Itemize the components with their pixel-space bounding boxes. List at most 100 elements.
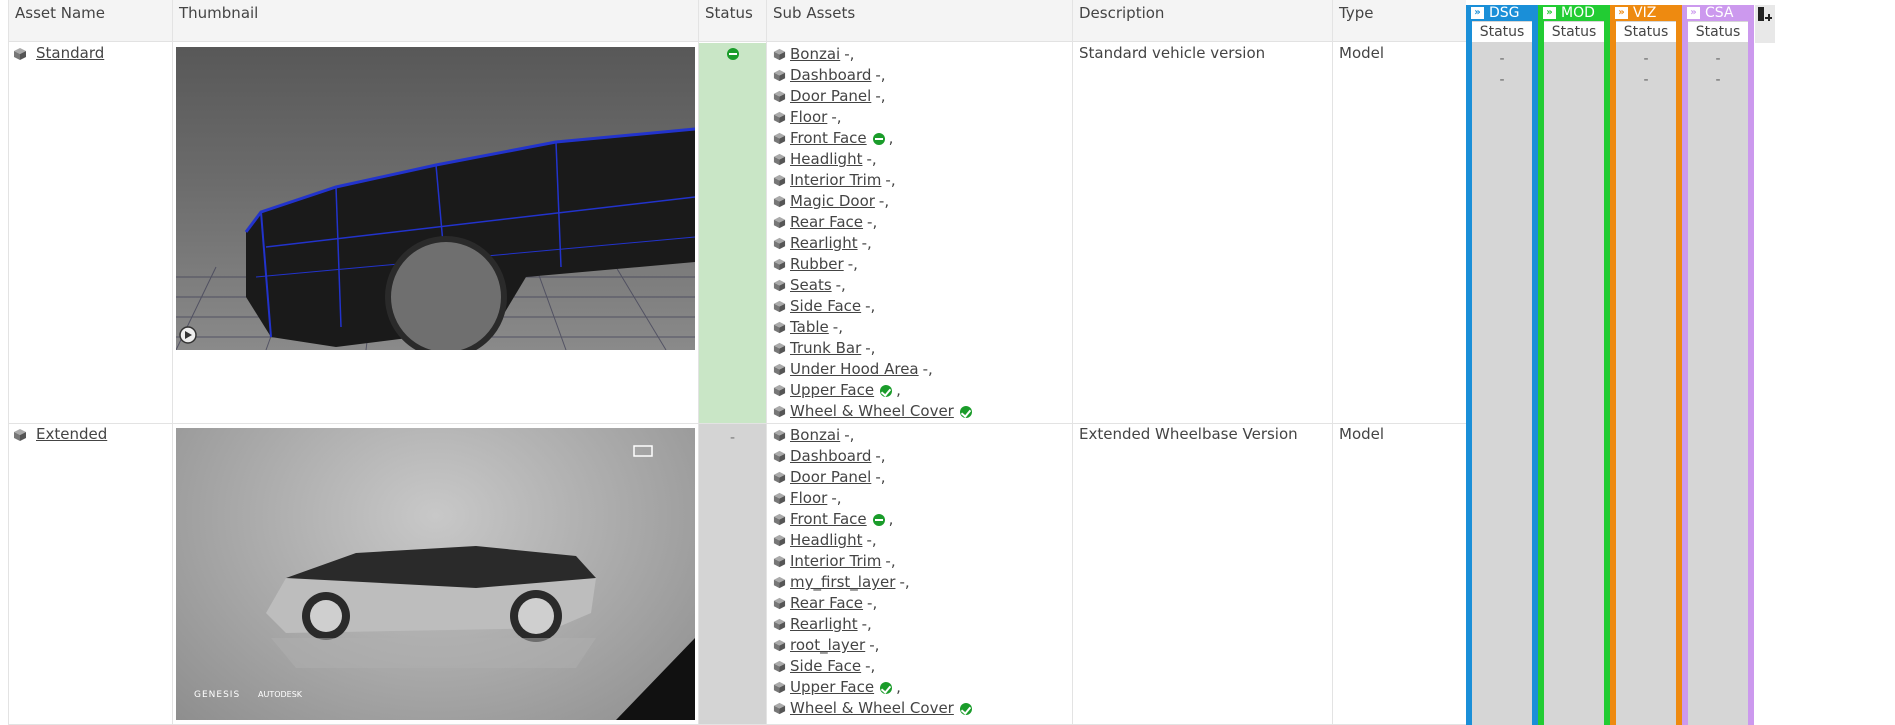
header-thumbnail[interactable]: Thumbnail xyxy=(172,0,698,42)
header-sub-assets[interactable]: Sub Assets xyxy=(766,0,1072,42)
sub-asset-link[interactable]: Rear Face xyxy=(790,212,863,233)
asset-name-extended[interactable]: Extended xyxy=(36,425,107,443)
sub-asset-item: Interior Trim -, xyxy=(773,170,972,191)
sub-asset-suffix: -, xyxy=(832,318,843,336)
sub-asset-link[interactable]: root_layer xyxy=(790,635,865,656)
task-code: DSG xyxy=(1489,5,1520,21)
task-column-header[interactable]: » MOD xyxy=(1538,5,1610,21)
sub-asset-link[interactable]: Magic Door xyxy=(790,191,875,212)
task-status-value[interactable]: - xyxy=(1616,72,1676,88)
sub-asset-link[interactable]: my_first_layer xyxy=(790,572,895,593)
task-column-dsg[interactable]: » DSG Status - - xyxy=(1466,5,1538,725)
sub-asset-cube-icon xyxy=(773,660,786,673)
sub-asset-cube-icon xyxy=(773,279,786,292)
sub-asset-item: Dashboard -, xyxy=(773,65,972,86)
sub-asset-link[interactable]: Wheel & Wheel Cover xyxy=(790,401,954,422)
task-status-value[interactable]: - xyxy=(1472,72,1532,88)
sub-asset-link[interactable]: Floor xyxy=(790,488,827,509)
sub-asset-suffix: -, xyxy=(885,171,896,189)
sub-asset-item: Rearlight -, xyxy=(773,614,972,635)
sub-asset-cube-icon xyxy=(773,471,786,484)
sub-asset-link[interactable]: Wheel & Wheel Cover xyxy=(790,698,954,719)
sub-asset-suffix: -, xyxy=(867,594,878,612)
task-column-header[interactable]: » CSA xyxy=(1682,5,1754,21)
sub-asset-item: Wheel & Wheel Cover xyxy=(773,698,972,719)
status-approved-icon xyxy=(959,405,972,418)
status-cell-standard[interactable] xyxy=(699,43,766,423)
sub-asset-link[interactable]: Side Face xyxy=(790,656,861,677)
task-code: MOD xyxy=(1561,5,1595,21)
sub-asset-link[interactable]: Side Face xyxy=(790,296,861,317)
task-column-header[interactable]: » DSG xyxy=(1466,5,1538,21)
sub-asset-cube-icon xyxy=(773,111,786,124)
header-asset-name[interactable]: Asset Name xyxy=(8,0,172,42)
sub-asset-link[interactable]: Door Panel xyxy=(790,467,871,488)
task-column-csa[interactable]: » CSA Status - - xyxy=(1682,5,1754,725)
sub-asset-link[interactable]: Floor xyxy=(790,107,827,128)
sub-asset-link[interactable]: Headlight xyxy=(790,530,862,551)
task-status-value[interactable]: - xyxy=(1472,51,1532,67)
task-status-value[interactable]: - xyxy=(1688,72,1748,88)
task-status-value[interactable]: - xyxy=(1616,51,1676,67)
asset-name-standard[interactable]: Standard xyxy=(36,44,104,62)
description-extended: Extended Wheelbase Version xyxy=(1079,425,1298,443)
sub-asset-link[interactable]: Headlight xyxy=(790,149,862,170)
sub-assets-standard: Bonzai -, Dashboard -, Door Panel -, Floor -, Fr… xyxy=(773,44,972,422)
expand-chevron-icon[interactable]: » xyxy=(1687,7,1700,19)
sub-asset-cube-icon xyxy=(773,216,786,229)
sub-asset-link[interactable]: Interior Trim xyxy=(790,170,881,191)
sub-asset-link[interactable]: Trunk Bar xyxy=(790,338,861,359)
sub-asset-link[interactable]: Front Face xyxy=(790,509,867,530)
task-column-viz[interactable]: » VIZ Status - - xyxy=(1610,5,1682,725)
sub-asset-link[interactable]: Upper Face xyxy=(790,380,874,401)
expand-chevron-icon[interactable]: » xyxy=(1471,7,1484,19)
asset-cube-icon xyxy=(14,48,26,60)
sub-asset-item: Trunk Bar -, xyxy=(773,338,972,359)
sub-asset-link[interactable]: Rearlight xyxy=(790,614,858,635)
sub-asset-link[interactable]: Seats xyxy=(790,275,832,296)
sub-asset-suffix: -, xyxy=(831,108,842,126)
sub-asset-link[interactable]: Dashboard xyxy=(790,65,871,86)
sub-asset-item: Rear Face -, xyxy=(773,593,972,614)
sub-asset-link[interactable]: Rearlight xyxy=(790,233,858,254)
thumbnail-standard[interactable] xyxy=(176,47,695,350)
sub-asset-suffix: -, xyxy=(885,552,896,570)
sub-asset-link[interactable]: Rubber xyxy=(790,254,844,275)
sub-asset-cube-icon xyxy=(773,450,786,463)
status-approved-icon xyxy=(880,384,893,397)
sub-asset-cube-icon xyxy=(773,576,786,589)
status-in-progress-icon xyxy=(872,513,885,526)
status-cell-extended[interactable]: - xyxy=(699,424,766,724)
sub-asset-cube-icon xyxy=(773,132,786,145)
expand-chevron-icon[interactable]: » xyxy=(1543,7,1556,19)
sub-asset-item: Headlight -, xyxy=(773,530,972,551)
sub-asset-item: root_layer -, xyxy=(773,635,972,656)
sub-asset-link[interactable]: Rear Face xyxy=(790,593,863,614)
sub-asset-link[interactable]: Interior Trim xyxy=(790,551,881,572)
status-approved-icon xyxy=(880,681,893,694)
task-status-value[interactable]: - xyxy=(1688,51,1748,67)
sub-asset-link[interactable]: Dashboard xyxy=(790,446,871,467)
sub-asset-link[interactable]: Front Face xyxy=(790,128,867,149)
header-status[interactable]: Status xyxy=(698,0,766,42)
header-type[interactable]: Type xyxy=(1332,0,1466,42)
sub-asset-link[interactable]: Door Panel xyxy=(790,86,871,107)
task-column-mod[interactable]: » MOD Status xyxy=(1538,5,1610,725)
sub-asset-suffix: -, xyxy=(899,573,910,591)
header-description[interactable]: Description xyxy=(1072,0,1332,42)
sub-asset-suffix: -, xyxy=(875,66,886,84)
task-column-header[interactable]: » VIZ xyxy=(1610,5,1682,21)
sub-asset-cube-icon xyxy=(773,597,786,610)
sub-asset-cube-icon xyxy=(773,702,786,715)
sub-asset-item: Magic Door -, xyxy=(773,191,972,212)
sub-asset-link[interactable]: Bonzai xyxy=(790,425,840,446)
sub-asset-link[interactable]: Table xyxy=(790,317,829,338)
add-column-button[interactable] xyxy=(1755,5,1775,43)
sub-asset-item: Headlight -, xyxy=(773,149,972,170)
sub-asset-link[interactable]: Under Hood Area xyxy=(790,359,919,380)
sub-asset-link[interactable]: Upper Face xyxy=(790,677,874,698)
thumbnail-extended[interactable]: GENESIS AUTODESK xyxy=(176,428,695,720)
sub-asset-item: Seats -, xyxy=(773,275,972,296)
expand-chevron-icon[interactable]: » xyxy=(1615,7,1628,19)
sub-asset-link[interactable]: Bonzai xyxy=(790,44,840,65)
